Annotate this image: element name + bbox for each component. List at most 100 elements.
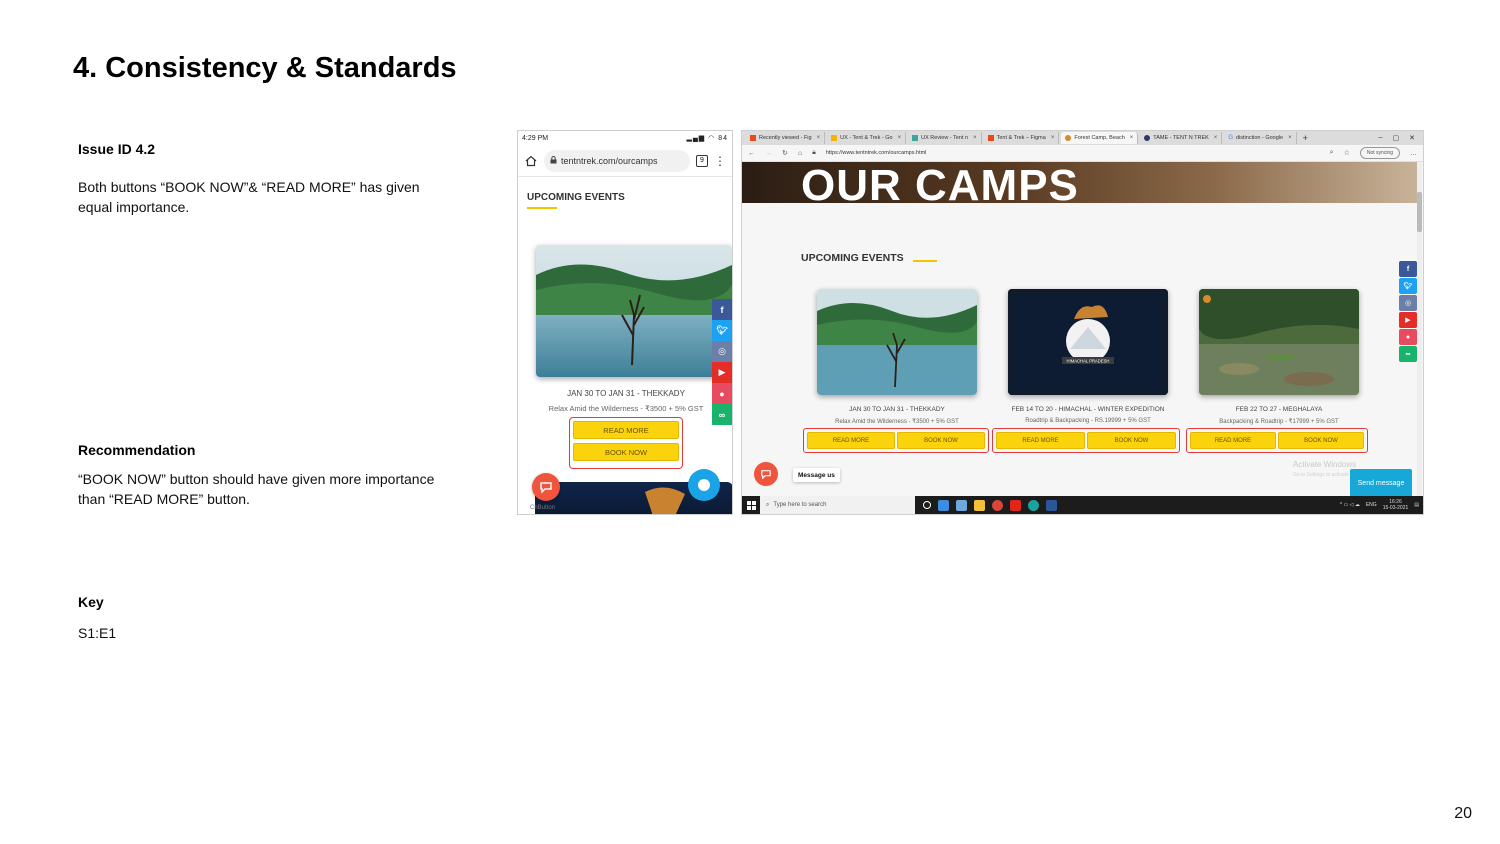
event-subtitle: Roadtrip & Backpacking - RS.19999 + 5% G… <box>1025 418 1151 424</box>
tab-label: Forest Camp, Beach <box>1074 135 1125 141</box>
file-explorer-icon[interactable] <box>974 499 985 511</box>
forward-icon[interactable]: → <box>765 150 772 157</box>
book-now-button[interactable]: BOOK NOW <box>573 443 679 461</box>
browser-tab[interactable]: Gdistinction - Google × <box>1224 132 1297 144</box>
facebook-icon[interactable]: f <box>712 299 732 320</box>
close-window-icon[interactable]: ✕ <box>1409 134 1415 142</box>
close-tab-icon[interactable]: × <box>1214 135 1218 141</box>
browser-address-bar: ← → ↻ ⌂ 🔒︎ https://www.tentntrek.com/our… <box>742 145 1423 162</box>
browser-icon[interactable] <box>1028 499 1039 511</box>
event-photo-himachal[interactable]: HIMACHAL PRADESH <box>1008 289 1168 395</box>
zoom-icon[interactable]: ⌕ <box>1330 149 1334 157</box>
mobile-status-bar: 4:29 PM ▂▄▆ ◠ 84 <box>518 131 732 145</box>
youtube-icon[interactable]: ▶ <box>712 362 732 383</box>
clock-date: 15-03-2021 <box>1382 505 1409 511</box>
close-tab-icon[interactable]: × <box>973 135 977 141</box>
section-underline <box>913 260 937 262</box>
language-indicator[interactable]: ENG <box>1366 502 1377 508</box>
taskbar-search-input[interactable]: ⌕ Type here to search <box>760 496 915 514</box>
event-subtitle: Relax Amid the Wilderness - ₹3500 + 5% G… <box>835 419 959 425</box>
browser-tab[interactable]: UX - Tent & Trek - Go × <box>827 132 907 144</box>
home-icon[interactable] <box>524 154 538 168</box>
mobile-event-title: JAN 30 TO JAN 31 - THEKKADY <box>567 389 685 398</box>
browser-tab-active[interactable]: Forest Camp, Beach × <box>1061 132 1139 144</box>
browser-tab[interactable]: Tent & Trek – Figma × <box>984 132 1060 144</box>
taskbar-clock[interactable]: 16:26 15-03-2021 <box>1383 499 1409 511</box>
event-photo-lake[interactable] <box>817 289 977 395</box>
battery-level: 84 <box>718 135 728 142</box>
book-now-button[interactable]: BOOK NOW <box>897 432 985 449</box>
pinterest-icon[interactable]: ● <box>1399 329 1417 345</box>
minimize-icon[interactable]: – <box>1379 134 1383 142</box>
favorites-icon[interactable]: ☆ <box>1344 149 1350 157</box>
read-more-button[interactable]: READ MORE <box>573 421 679 439</box>
tray-icons[interactable]: ^ ▭ ◁ ☁︎ <box>1340 502 1360 508</box>
desktop-screenshot: Recently viewed - Fig × UX - Tent & Trek … <box>741 130 1424 515</box>
edge-icon[interactable] <box>938 499 949 511</box>
cortana-icon[interactable] <box>923 500 931 509</box>
page-scrollbar[interactable] <box>1417 162 1422 497</box>
word-icon[interactable] <box>1046 499 1057 511</box>
more-menu-icon[interactable]: ⋮ <box>714 155 726 167</box>
read-more-button[interactable]: READ MORE <box>996 432 1085 449</box>
chrome-icon[interactable] <box>992 499 1003 511</box>
desktop-url-field[interactable]: https://www.tentntrek.com/ourcamps.html <box>826 150 1320 156</box>
book-now-button[interactable]: BOOK NOW <box>1087 432 1176 449</box>
profile-sync-button[interactable]: Not syncing <box>1359 147 1400 159</box>
browser-tab[interactable]: UX Review - Tent n × <box>908 132 982 144</box>
read-more-button[interactable]: READ MORE <box>807 432 895 449</box>
activate-windows-title: Activate Windows <box>1293 460 1357 469</box>
windows-start-icon[interactable] <box>742 496 760 514</box>
book-now-button[interactable]: BOOK NOW <box>1278 432 1364 449</box>
issue-description: Both buttons “BOOK NOW”& “READ MORE” has… <box>78 179 420 215</box>
browser-tab[interactable]: Recently viewed - Fig × <box>746 132 826 144</box>
acrobat-icon[interactable] <box>1010 499 1021 511</box>
send-message-button[interactable]: Send message <box>1350 469 1412 497</box>
pinterest-icon[interactable]: ● <box>712 383 732 404</box>
tripadvisor-icon[interactable]: ∞ <box>712 404 732 425</box>
tab-label: UX Review - Tent n <box>921 135 969 141</box>
mobile-address-field[interactable]: tentntrek.com/ourcamps <box>544 149 690 172</box>
maximize-icon[interactable]: ▢ <box>1393 134 1400 142</box>
message-us-tooltip[interactable]: Message us <box>793 468 840 482</box>
event-photo-meghalaya[interactable] <box>1199 289 1359 395</box>
tab-count-button[interactable]: 9 <box>696 154 708 167</box>
browser-tab[interactable]: TAME - TENT N TREK × <box>1140 132 1223 144</box>
hero-title: OUR CAMPS <box>801 162 1079 203</box>
youtube-icon[interactable]: ▶ <box>1399 312 1417 328</box>
instagram-icon[interactable]: ◎ <box>712 341 732 362</box>
mobile-button-highlight: READ MORE BOOK NOW <box>569 417 683 469</box>
instagram-icon[interactable]: ◎ <box>1399 295 1417 311</box>
taskbar-search-placeholder: Type here to search <box>773 502 827 508</box>
figma-icon <box>987 135 994 141</box>
messenger-icon[interactable] <box>688 469 720 501</box>
key-value: S1:E1 <box>78 625 117 641</box>
chat-bubble-icon[interactable] <box>754 462 778 486</box>
twitter-icon[interactable]: 🐦︎ <box>712 320 732 341</box>
close-tab-icon[interactable]: × <box>817 135 821 141</box>
close-tab-icon[interactable]: × <box>1130 135 1134 141</box>
close-tab-icon[interactable]: × <box>1051 135 1055 141</box>
notification-icon[interactable]: ▤ <box>1414 502 1419 508</box>
twitter-icon[interactable]: 🐦︎ <box>1399 278 1417 294</box>
calculator-icon[interactable] <box>956 499 967 511</box>
key-label: Key <box>78 594 104 610</box>
slide-title: 4. Consistency & Standards <box>73 52 457 84</box>
chat-bubble-icon[interactable] <box>532 473 560 501</box>
home-icon[interactable]: ⌂ <box>798 150 802 157</box>
read-more-button[interactable]: READ MORE <box>1190 432 1276 449</box>
mobile-url-text: tentntrek.com/ourcamps <box>561 155 658 166</box>
facebook-icon[interactable]: f <box>1399 261 1417 277</box>
figma-icon <box>750 135 756 141</box>
back-icon[interactable]: ← <box>748 150 755 157</box>
recommendation-label: Recommendation <box>78 442 196 458</box>
refresh-icon[interactable]: ↻ <box>782 149 788 157</box>
new-tab-icon[interactable]: + <box>1303 133 1308 143</box>
close-tab-icon[interactable]: × <box>898 135 902 141</box>
section-underline <box>527 207 557 209</box>
chat-button-label: ChButton <box>530 505 556 511</box>
settings-more-icon[interactable]: … <box>1410 150 1417 157</box>
event-photo-lake[interactable] <box>536 245 732 377</box>
close-tab-icon[interactable]: × <box>1288 135 1292 141</box>
tripadvisor-icon[interactable]: ∞ <box>1399 346 1417 362</box>
